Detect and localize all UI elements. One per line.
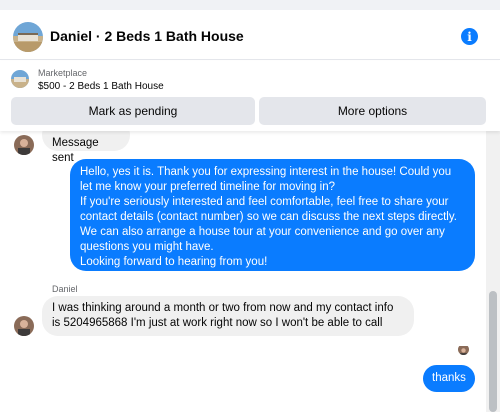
thread-scrollbar[interactable] xyxy=(486,131,500,412)
message-thread[interactable]: Message sent Hello, yes it is. Thank you… xyxy=(0,131,486,412)
message-bubble: Message sent xyxy=(42,131,130,164)
listing-price-title[interactable]: $500 - 2 Beds 1 Bath House xyxy=(38,81,164,92)
more-options-button[interactable]: More options xyxy=(259,97,486,125)
mark-as-pending-button[interactable]: Mark as pending xyxy=(11,97,255,125)
info-icon[interactable]: i xyxy=(461,28,478,45)
message-text: I was thinking around a month or two fro… xyxy=(52,302,394,329)
conversation-header: Daniel · 2 Beds 1 Bath House i xyxy=(0,10,500,60)
message-text: thanks xyxy=(432,372,466,384)
peer-avatar xyxy=(14,135,34,155)
read-receipt-avatar xyxy=(458,344,469,355)
message-paragraph: If you're seriously interested and feel … xyxy=(80,196,457,253)
message-bubble: I was thinking around a month or two fro… xyxy=(42,296,414,336)
marketplace-listing-panel: Marketplace $500 - 2 Beds 1 Bath House M… xyxy=(0,61,500,131)
sender-name: Daniel xyxy=(52,284,78,294)
message-bubble: Hello, yes it is. Thank you for expressi… xyxy=(70,159,475,271)
window-top-strip xyxy=(0,0,500,10)
peer-avatar xyxy=(14,316,34,336)
scrollbar-thumb[interactable] xyxy=(489,291,497,412)
contact-avatar[interactable] xyxy=(13,22,43,52)
listing-thumbnail[interactable] xyxy=(11,70,29,88)
conversation-title: Daniel · 2 Beds 1 Bath House xyxy=(50,28,244,44)
listing-source-label: Marketplace xyxy=(38,68,88,78)
message-bubble: thanks xyxy=(423,365,475,392)
message-paragraph: Looking forward to hearing from you! xyxy=(80,256,268,268)
message-paragraph: Hello, yes it is. Thank you for expressi… xyxy=(80,166,452,193)
